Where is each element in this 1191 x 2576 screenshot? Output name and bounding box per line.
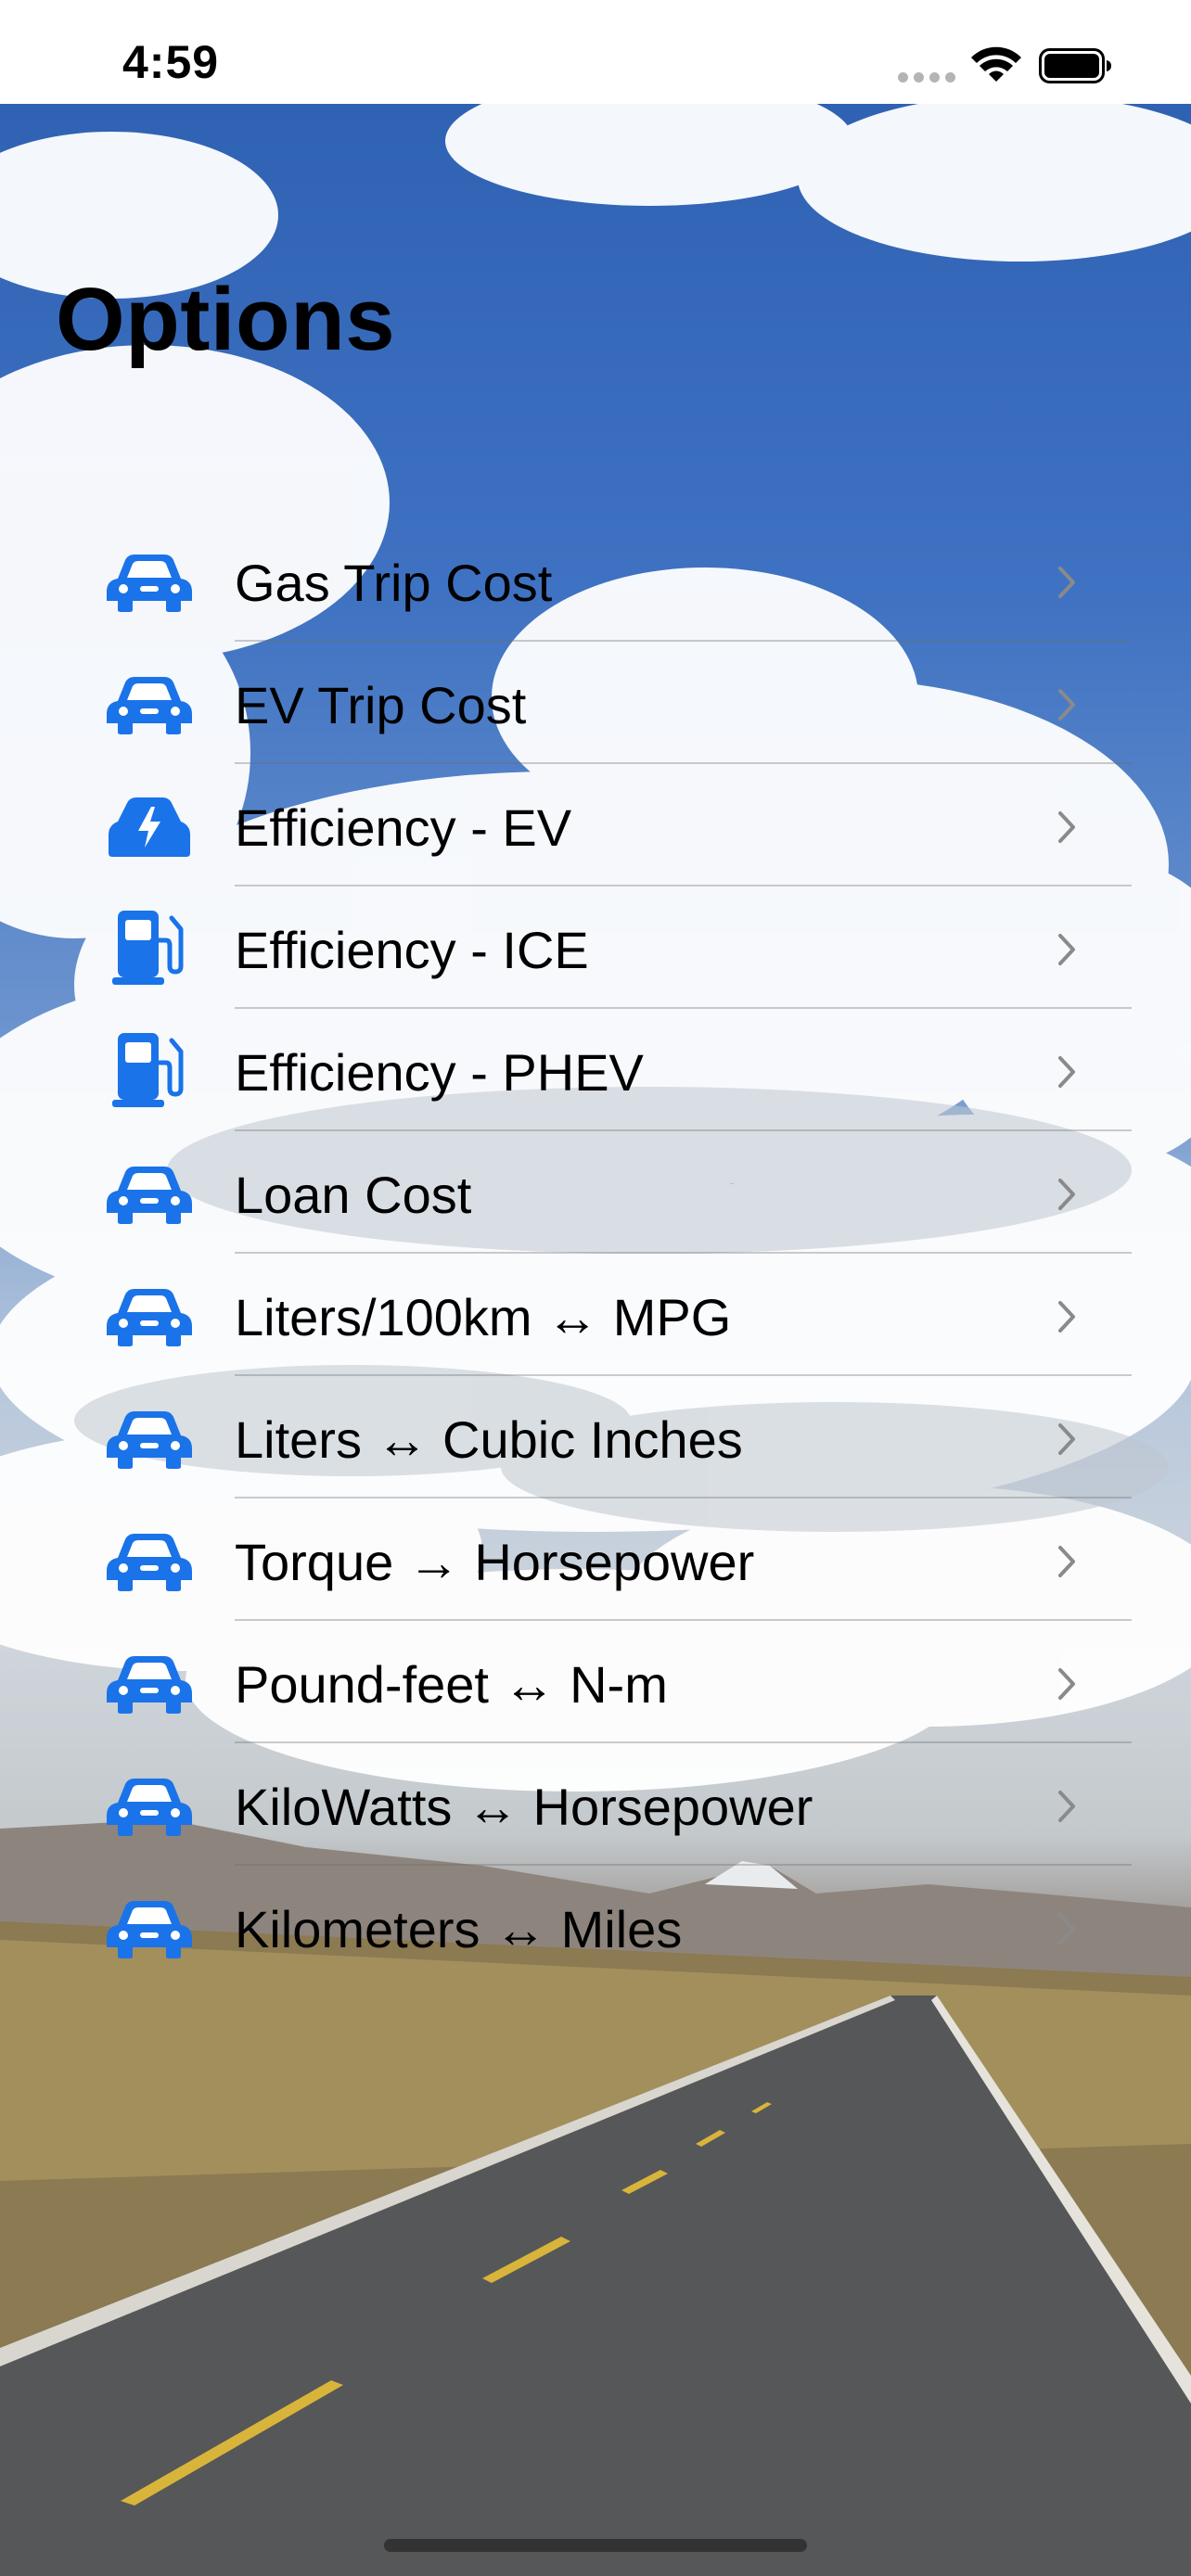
list-item-liters-100km-mpg[interactable]: Liters/100km ↔ MPG — [0, 1254, 1191, 1376]
option-label: Efficiency - ICE — [235, 921, 589, 979]
options-list: Gas Trip Cost EV Trip Cost Efficiency - … — [0, 519, 1191, 1988]
car-icon — [107, 1167, 192, 1224]
chevron-right-icon — [1058, 1301, 1075, 1333]
list-item-efficiency-ev[interactable]: Efficiency - EV — [0, 764, 1191, 886]
chevron-right-icon — [1058, 1791, 1075, 1822]
option-label: Efficiency - EV — [235, 798, 572, 857]
car-icon — [107, 1289, 192, 1346]
car-icon — [107, 1901, 192, 1958]
list-item-ev-trip-cost[interactable]: EV Trip Cost — [0, 642, 1191, 764]
list-item-efficiency-ice[interactable]: Efficiency - ICE — [0, 886, 1191, 1009]
option-label: Gas Trip Cost — [235, 554, 553, 612]
list-item-gas-trip-cost[interactable]: Gas Trip Cost — [0, 519, 1191, 642]
car-icon — [107, 1411, 192, 1469]
car-icon — [107, 555, 192, 612]
chevron-right-icon — [1058, 567, 1075, 598]
bolt-car-icon — [109, 797, 190, 857]
status-time: 4:59 — [122, 36, 220, 88]
list-item-liters-cubic-inches[interactable]: Liters ↔ Cubic Inches — [0, 1376, 1191, 1498]
option-label: Pound-feet ↔ N-m — [235, 1655, 668, 1714]
page-title: Options — [56, 270, 396, 369]
list-item-kilowatts-horsepower[interactable]: KiloWatts ↔ Horsepower — [0, 1743, 1191, 1866]
chevron-right-icon — [1058, 1913, 1075, 1945]
chevron-right-icon — [1058, 1546, 1075, 1577]
list-item-torque-horsepower[interactable]: Torque → Horsepower — [0, 1498, 1191, 1621]
option-label: Torque → Horsepower — [235, 1533, 755, 1591]
status-bar: 4:59 — [0, 0, 1191, 104]
option-label: Liters/100km ↔ MPG — [235, 1288, 732, 1346]
option-label: Loan Cost — [235, 1166, 472, 1224]
list-item-loan-cost[interactable]: Loan Cost — [0, 1131, 1191, 1254]
car-icon — [107, 1534, 192, 1591]
car-icon — [107, 1656, 192, 1714]
chevron-right-icon — [1058, 1423, 1075, 1455]
wifi-icon — [971, 46, 1021, 82]
chevron-right-icon — [1058, 1179, 1075, 1210]
list-item-kilometers-miles[interactable]: Kilometers ↔ Miles — [0, 1866, 1191, 1988]
list-item-pound-feet-nm[interactable]: Pound-feet ↔ N-m — [0, 1621, 1191, 1743]
chevron-right-icon — [1058, 811, 1075, 843]
chevron-right-icon — [1058, 689, 1075, 721]
option-label: Kilometers ↔ Miles — [235, 1900, 683, 1958]
option-label: Liters ↔ Cubic Inches — [235, 1410, 743, 1469]
fuel-pump-icon — [112, 1033, 184, 1107]
chevron-right-icon — [1058, 1056, 1075, 1088]
car-icon — [107, 677, 192, 734]
battery-icon — [1039, 48, 1111, 83]
cellular-signal-icon — [898, 72, 957, 83]
option-label: EV Trip Cost — [235, 676, 527, 734]
fuel-pump-icon — [112, 911, 184, 985]
option-label: KiloWatts ↔ Horsepower — [235, 1778, 813, 1836]
car-icon — [107, 1779, 192, 1836]
option-label: Efficiency - PHEV — [235, 1043, 644, 1102]
chevron-right-icon — [1058, 934, 1075, 965]
home-indicator[interactable] — [384, 2539, 807, 2552]
list-item-efficiency-phev[interactable]: Efficiency - PHEV — [0, 1009, 1191, 1131]
chevron-right-icon — [1058, 1668, 1075, 1700]
